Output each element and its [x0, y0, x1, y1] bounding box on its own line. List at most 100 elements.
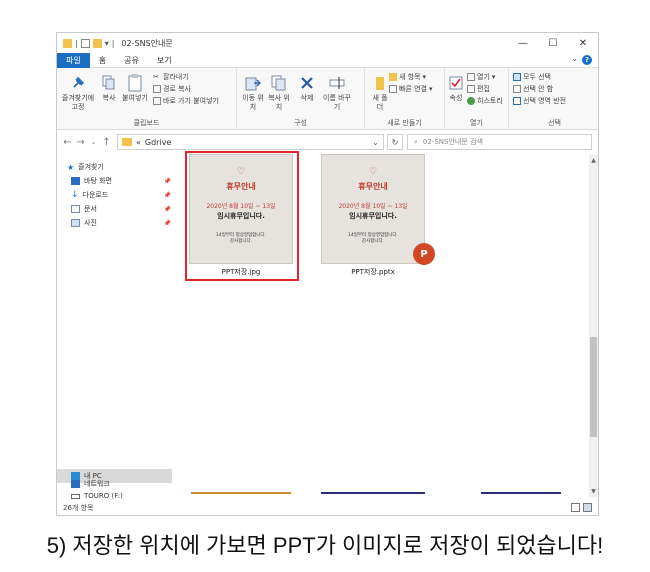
- tab-file[interactable]: 파일: [57, 52, 90, 68]
- move-to-icon: [244, 74, 262, 92]
- pin-icon: 📌: [163, 191, 171, 199]
- copy-to-button[interactable]: 복사 위치: [267, 74, 291, 112]
- nav-item-favorites[interactable]: ★ 즐겨찾기: [67, 161, 167, 173]
- open-group-label: 열기: [470, 119, 483, 127]
- organize-group: 이동 위치 복사 위치 삭제 이름 바꾸기 구성: [237, 68, 365, 130]
- forward-arrow-icon[interactable]: →: [74, 137, 87, 148]
- file-name[interactable]: PPT저장.pptx: [321, 267, 425, 277]
- properties-button[interactable]: 속성: [447, 74, 465, 103]
- minimize-button[interactable]: —: [508, 33, 538, 53]
- paste-button[interactable]: 붙여넣기: [121, 74, 149, 103]
- easy-access-label: 빠른 연결: [399, 85, 427, 93]
- thumb-main-text: 임시휴무입니다.: [349, 212, 397, 220]
- select-none-button[interactable]: 선택 안 함: [513, 84, 553, 94]
- easy-access-button[interactable]: 빠른 연결 ▾: [389, 84, 433, 94]
- new-item-button[interactable]: 새 항목 ▾: [389, 72, 426, 82]
- large-icons-view-icon[interactable]: [583, 503, 592, 512]
- address-bar[interactable]: « Gdrive ⌄: [117, 134, 384, 150]
- nav-item-documents[interactable]: 문서 📌: [71, 203, 171, 215]
- thumb-note: 14일부터 정상영업합니다. 감사합니다.: [322, 233, 424, 245]
- invert-selection-button[interactable]: 선택 영역 반전: [513, 96, 566, 106]
- file-explorer-window: | ▾ | 02-SNS안내문 — ☐ ✕ 파일 홈 공유 보기 ⌄ ? 즐겨찾…: [56, 32, 599, 516]
- history-button[interactable]: 히스토리: [467, 96, 503, 106]
- powerpoint-icon: P: [413, 243, 435, 265]
- properties-quick-icon[interactable]: [80, 38, 90, 48]
- file-thumbnail[interactable]: ♡ 휴무안내 2020년 8월 10일 ~ 13일 임시휴무입니다. 14일부터…: [321, 154, 425, 264]
- path-overflow-icon[interactable]: «: [136, 138, 141, 147]
- dropdown-arrow-icon: ▾: [429, 85, 433, 93]
- clipboard-group: 즐겨찾기에 고정 복사 붙여넣기 ✂ 잘라내기 경로 복사 바로 가기 붙여넣기 …: [57, 68, 237, 130]
- nav-item-pictures[interactable]: 사진 📌: [71, 217, 171, 229]
- scrollbar-thumb[interactable]: [590, 337, 597, 437]
- file-thumbnail[interactable]: ♡ 휴무안내 2020년 8월 10일 ~ 13일 임시휴무입니다. 14일부터…: [189, 154, 293, 264]
- up-arrow-icon[interactable]: ↑: [100, 137, 113, 148]
- address-row: ← → ⌄ ↑ « Gdrive ⌄ ↻ ⌕ 02-SNS안내문 검색: [57, 131, 598, 153]
- move-to-button[interactable]: 이동 위치: [241, 74, 265, 112]
- address-path[interactable]: Gdrive: [145, 138, 171, 147]
- open-button[interactable]: 열기 ▾: [467, 72, 495, 82]
- details-view-icon[interactable]: [571, 503, 580, 512]
- next-row-thumbnail-edge: [481, 492, 561, 494]
- nav-item-desktop[interactable]: 바탕 화면 📌: [71, 175, 171, 187]
- window-title: 02-SNS안내문: [121, 38, 173, 48]
- tab-home[interactable]: 홈: [90, 53, 115, 68]
- nav-item-network[interactable]: 네트워크: [71, 478, 171, 490]
- heart-logo-icon: ♡: [236, 167, 246, 177]
- pictures-icon: [71, 219, 80, 227]
- new-folder-quick-icon[interactable]: [92, 38, 102, 48]
- invert-selection-label: 선택 영역 반전: [523, 97, 567, 105]
- file-name[interactable]: PPT저장.jpg: [189, 267, 293, 277]
- paste-label: 붙여넣기: [122, 94, 148, 102]
- nav-label: 즐겨찾기: [78, 163, 104, 171]
- heart-logo-icon: ♡: [368, 167, 378, 177]
- thumb-note-line: 감사합니다.: [229, 239, 253, 244]
- edit-button[interactable]: 편집: [467, 84, 490, 94]
- close-button[interactable]: ✕: [568, 33, 598, 53]
- scroll-down-icon[interactable]: ▼: [589, 488, 598, 495]
- tab-view[interactable]: 보기: [148, 53, 181, 68]
- tab-share[interactable]: 공유: [115, 53, 148, 68]
- nav-label: 바탕 화면: [84, 177, 112, 185]
- path-icon: [153, 85, 161, 93]
- rename-label: 이름 바꾸기: [323, 94, 351, 111]
- cut-label: 잘라내기: [163, 73, 189, 81]
- pin-to-quick-access-button[interactable]: 즐겨찾기에 고정: [60, 74, 96, 112]
- delete-button[interactable]: 삭제: [295, 74, 319, 103]
- recent-dropdown-icon[interactable]: ⌄: [87, 138, 100, 146]
- copy-button[interactable]: 복사: [99, 74, 119, 103]
- thumb-date: 2020년 8월 10일 ~ 13일: [206, 203, 276, 210]
- maximize-button[interactable]: ☐: [538, 33, 568, 53]
- file-list: ♡ 휴무안내 2020년 8월 10일 ~ 13일 임시휴무입니다. 14일부터…: [179, 151, 589, 497]
- ribbon-tabs: 파일 홈 공유 보기 ⌄ ?: [57, 52, 598, 68]
- item-count: 26개 항목: [63, 504, 94, 512]
- pin-icon: [69, 74, 87, 92]
- nav-item-downloads[interactable]: ↓ 다운로드 📌: [71, 189, 171, 201]
- vertical-scrollbar[interactable]: ▲ ▼: [589, 155, 598, 497]
- select-group: 모두 선택 선택 안 함 선택 영역 반전 선택: [509, 68, 598, 130]
- search-input[interactable]: ⌕ 02-SNS안내문 검색: [407, 134, 592, 150]
- select-group-label: 선택: [548, 119, 561, 127]
- help-icon[interactable]: ?: [582, 55, 592, 65]
- delete-label: 삭제: [300, 94, 314, 102]
- history-icon: [467, 97, 475, 105]
- search-placeholder: 02-SNS안내문 검색: [422, 138, 483, 146]
- copy-to-label: 복사 위치: [268, 94, 290, 111]
- open-icon: [467, 73, 475, 81]
- copy-path-button[interactable]: 경로 복사: [153, 84, 191, 94]
- rename-button[interactable]: 이름 바꾸기: [323, 74, 351, 112]
- new-group-label: 새로 만들기: [387, 119, 422, 127]
- scroll-up-icon[interactable]: ▲: [589, 157, 598, 164]
- back-arrow-icon[interactable]: ←: [61, 137, 74, 148]
- address-dropdown-icon[interactable]: ⌄: [372, 138, 379, 147]
- cut-button[interactable]: ✂ 잘라내기: [153, 72, 189, 82]
- ribbon-expand-icon[interactable]: ⌄: [571, 54, 578, 63]
- select-all-label: 모두 선택: [523, 73, 551, 81]
- paste-shortcut-button[interactable]: 바로 가기 붙여넣기: [153, 96, 219, 106]
- nav-label: 네트워크: [84, 480, 110, 488]
- customize-dropdown-icon[interactable]: ▾: [105, 39, 109, 48]
- new-folder-button[interactable]: 새 폴더: [371, 74, 389, 112]
- refresh-button[interactable]: ↻: [387, 134, 403, 150]
- open-label: 열기: [477, 73, 490, 81]
- select-all-button[interactable]: 모두 선택: [513, 72, 551, 82]
- new-group: 새 폴더 새 항목 ▾ 빠른 연결 ▾ 새로 만들기: [365, 68, 445, 130]
